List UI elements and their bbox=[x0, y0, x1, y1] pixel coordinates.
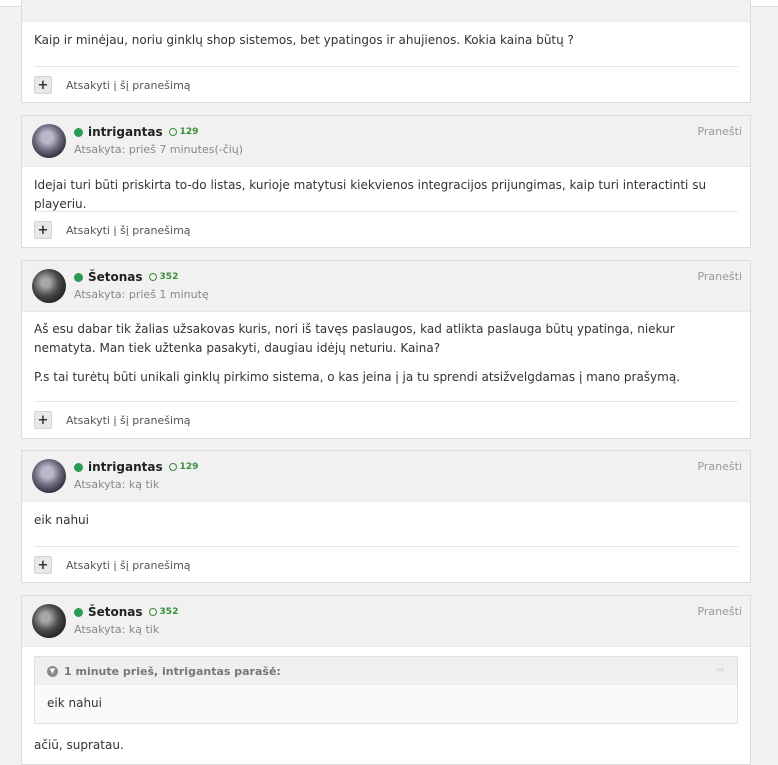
report-link[interactable]: Pranešti bbox=[697, 270, 742, 283]
post-footer: + Atsakyti į šį pranešimą bbox=[34, 66, 738, 103]
post-timestamp[interactable]: Atsakyta: ką tik bbox=[74, 478, 159, 491]
reputation-badge: 352 bbox=[148, 272, 179, 282]
post-body: ačiū, supratau. bbox=[22, 736, 750, 755]
post-body: eik nahui bbox=[22, 511, 750, 530]
plus-icon: + bbox=[37, 412, 49, 428]
post-footer: + Atsakyti į šį pranešimą bbox=[34, 211, 738, 248]
reply-link[interactable]: Atsakyti į šį pranešimą bbox=[66, 414, 191, 427]
avatar[interactable] bbox=[32, 604, 66, 638]
post-header bbox=[22, 0, 750, 22]
quote-header[interactable]: ▼ 1 minute prieš, intrigantas parašė: bbox=[35, 657, 737, 685]
forum-post: Šetonas 352 Atsakyta: ką tik Pranešti ▼ … bbox=[21, 595, 751, 765]
reputation-badge: 129 bbox=[168, 462, 199, 472]
plus-icon: + bbox=[37, 77, 49, 93]
share-arrow-icon[interactable]: ➦ bbox=[716, 663, 725, 676]
quote-block: ▼ 1 minute prieš, intrigantas parašė: ➦ … bbox=[34, 656, 738, 724]
reputation-count: 352 bbox=[159, 272, 179, 282]
reply-plus-button[interactable]: + bbox=[34, 76, 52, 94]
post-body: Kaip ir minėjau, noriu ginklų shop siste… bbox=[22, 31, 750, 50]
forum-post: Šetonas 352 Atsakyta: prieš 1 minutę Pra… bbox=[21, 260, 751, 439]
reply-plus-button[interactable]: + bbox=[34, 556, 52, 574]
avatar[interactable] bbox=[32, 269, 66, 303]
online-status-icon bbox=[74, 272, 83, 282]
reputation-icon bbox=[148, 608, 157, 616]
forum-post: Kaip ir minėjau, noriu ginklų shop siste… bbox=[21, 0, 751, 103]
online-status-icon bbox=[74, 127, 83, 137]
online-status-icon bbox=[74, 607, 83, 617]
reputation-count: 352 bbox=[159, 607, 179, 617]
quote-citation: 1 minute prieš, intrigantas parašė: bbox=[64, 664, 281, 678]
author-name[interactable]: Šetonas bbox=[88, 270, 143, 284]
reputation-icon bbox=[148, 273, 157, 281]
report-link[interactable]: Pranešti bbox=[697, 605, 742, 618]
reputation-badge: 129 bbox=[168, 127, 199, 137]
quote-text: eik nahui bbox=[47, 696, 102, 710]
reputation-icon bbox=[168, 463, 177, 471]
post-body: Idejai turi būti priskirta to-do listas,… bbox=[22, 176, 750, 214]
reply-link[interactable]: Atsakyti į šį pranešimą bbox=[66, 224, 191, 237]
report-link[interactable]: Pranešti bbox=[697, 125, 742, 138]
avatar[interactable] bbox=[32, 459, 66, 493]
post-text: eik nahui bbox=[34, 513, 89, 527]
author-name[interactable]: Šetonas bbox=[88, 605, 143, 619]
post-text: Aš esu dabar tik žalias užsakovas kuris,… bbox=[34, 322, 675, 355]
post-footer: + Atsakyti į šį pranešimą bbox=[34, 401, 738, 438]
post-header: intrigantas 129 Atsakyta: ką tik Pranešt… bbox=[22, 451, 750, 502]
post-text: Idejai turi būti priskirta to-do listas,… bbox=[34, 178, 707, 211]
reputation-icon bbox=[168, 128, 177, 136]
reputation-count: 129 bbox=[179, 127, 199, 137]
author-name[interactable]: intrigantas bbox=[88, 125, 163, 139]
report-link[interactable]: Pranešti bbox=[697, 460, 742, 473]
reply-link[interactable]: Atsakyti į šį pranešimą bbox=[66, 559, 191, 572]
reply-plus-button[interactable]: + bbox=[34, 411, 52, 429]
post-body: Aš esu dabar tik žalias užsakovas kuris,… bbox=[22, 320, 750, 387]
post-timestamp[interactable]: Atsakyta: prieš 1 minutę bbox=[74, 288, 209, 301]
chevron-down-icon[interactable]: ▼ bbox=[47, 665, 58, 677]
author-name[interactable]: intrigantas bbox=[88, 460, 163, 474]
post-header: intrigantas 129 Atsakyta: prieš 7 minute… bbox=[22, 116, 750, 167]
post-header: Šetonas 352 Atsakyta: ką tik Pranešti bbox=[22, 596, 750, 647]
reputation-badge: 352 bbox=[148, 607, 179, 617]
post-timestamp[interactable]: Atsakyta: prieš 7 minutes(-čių) bbox=[74, 143, 243, 156]
plus-icon: + bbox=[37, 222, 49, 238]
post-footer: + Atsakyti į šį pranešimą bbox=[34, 546, 738, 583]
avatar[interactable] bbox=[32, 124, 66, 158]
online-status-icon bbox=[74, 462, 83, 472]
reputation-count: 129 bbox=[179, 462, 199, 472]
reply-plus-button[interactable]: + bbox=[34, 221, 52, 239]
reply-link[interactable]: Atsakyti į šį pranešimą bbox=[66, 79, 191, 92]
forum-post: intrigantas 129 Atsakyta: prieš 7 minute… bbox=[21, 115, 751, 248]
post-header: Šetonas 352 Atsakyta: prieš 1 minutę Pra… bbox=[22, 261, 750, 312]
post-text: Kaip ir minėjau, noriu ginklų shop siste… bbox=[34, 33, 574, 47]
forum-post: intrigantas 129 Atsakyta: ką tik Pranešt… bbox=[21, 450, 751, 583]
post-timestamp[interactable]: Atsakyta: ką tik bbox=[74, 623, 159, 636]
post-text: P.s tai turėtų būti unikali ginklų pirki… bbox=[34, 370, 681, 384]
post-text: ačiū, supratau. bbox=[34, 738, 124, 752]
plus-icon: + bbox=[37, 557, 49, 573]
